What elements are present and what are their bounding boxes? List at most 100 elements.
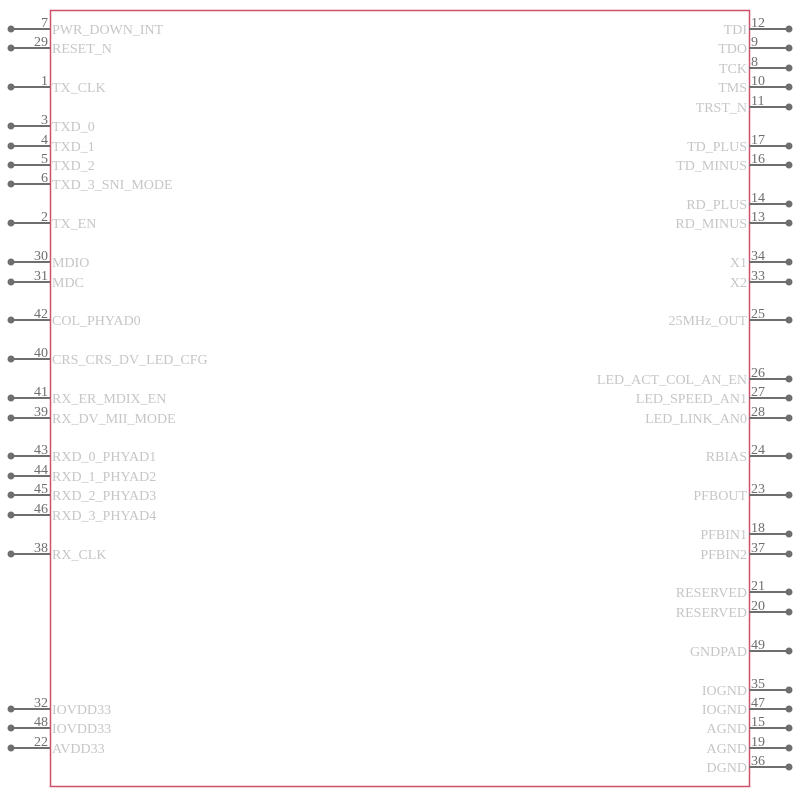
pin-number: 41 <box>34 385 48 400</box>
pin-number: 1 <box>41 74 48 89</box>
pin-name: RXD_1_PHYAD2 <box>52 470 156 485</box>
pin-endpoint-dot[interactable] <box>785 258 793 266</box>
pin-endpoint-dot[interactable] <box>7 472 15 480</box>
pin-endpoint-dot[interactable] <box>7 491 15 499</box>
pin-number: 8 <box>751 55 758 70</box>
pin-name: TX_CLK <box>52 81 106 96</box>
pin-endpoint-dot[interactable] <box>7 452 15 460</box>
pin-number: 29 <box>34 35 48 50</box>
pin-number: 27 <box>751 385 765 400</box>
pin-endpoint-dot[interactable] <box>7 25 15 33</box>
pin-endpoint-dot[interactable] <box>785 647 793 655</box>
pin-name: LED_ACT_COL_AN_EN <box>597 373 747 388</box>
pin-number: 43 <box>34 443 48 458</box>
pin-name: TMS <box>718 81 747 96</box>
pin-endpoint-dot[interactable] <box>785 608 793 616</box>
pin-name: RESERVED <box>676 606 747 621</box>
pin-name: RESET_N <box>52 42 112 57</box>
pin-endpoint-dot[interactable] <box>785 491 793 499</box>
pin-endpoint-dot[interactable] <box>785 64 793 72</box>
pin-endpoint-dot[interactable] <box>785 142 793 150</box>
pin-name: DGND <box>707 761 747 776</box>
pin-endpoint-dot[interactable] <box>785 83 793 91</box>
pin-endpoint-dot[interactable] <box>785 588 793 596</box>
pin-number: 42 <box>34 307 48 322</box>
pin-number: 26 <box>751 366 765 381</box>
pin-endpoint-dot[interactable] <box>7 278 15 286</box>
pin-endpoint-dot[interactable] <box>785 161 793 169</box>
pin-endpoint-dot[interactable] <box>785 530 793 538</box>
pin-endpoint-dot[interactable] <box>7 219 15 227</box>
pin-endpoint-dot[interactable] <box>7 511 15 519</box>
pin-endpoint-dot[interactable] <box>785 686 793 694</box>
pin-endpoint-dot[interactable] <box>7 414 15 422</box>
pin-number: 9 <box>751 35 758 50</box>
pin-name: RXD_2_PHYAD3 <box>52 489 156 504</box>
pin-name: RXD_3_PHYAD4 <box>52 509 156 524</box>
pin-number: 30 <box>34 249 48 264</box>
pin-name: RD_PLUS <box>686 198 747 213</box>
pin-endpoint-dot[interactable] <box>7 258 15 266</box>
pin-endpoint-dot[interactable] <box>7 550 15 558</box>
pin-name: RESERVED <box>676 586 747 601</box>
pin-endpoint-dot[interactable] <box>7 355 15 363</box>
pin-endpoint-dot[interactable] <box>785 394 793 402</box>
pin-number: 10 <box>751 74 765 89</box>
pin-endpoint-dot[interactable] <box>7 744 15 752</box>
pin-endpoint-dot[interactable] <box>785 44 793 52</box>
pin-endpoint-dot[interactable] <box>7 705 15 713</box>
pin-name: RX_ER_MDIX_EN <box>52 392 166 407</box>
pin-number: 34 <box>751 249 765 264</box>
pin-name: TD_MINUS <box>676 159 747 174</box>
schematic-symbol: 7 PWR_DOWN_INT29 RESET_N1 TX_CLK3 TXD_04 TXD_… <box>7 9 793 788</box>
pin-number: 37 <box>751 541 765 556</box>
pin-name: IOGND <box>702 703 747 718</box>
pin-endpoint-dot[interactable] <box>785 25 793 33</box>
pin-endpoint-dot[interactable] <box>785 375 793 383</box>
pin-endpoint-dot[interactable] <box>785 278 793 286</box>
pin-number: 14 <box>751 191 765 206</box>
pin-number: 7 <box>41 16 48 31</box>
pin-endpoint-dot[interactable] <box>785 550 793 558</box>
pin-name: TX_EN <box>52 217 96 232</box>
pin-name: LED_SPEED_AN1 <box>636 392 747 407</box>
pin-number: 47 <box>751 696 765 711</box>
pin-endpoint-dot[interactable] <box>785 103 793 111</box>
pin-endpoint-dot[interactable] <box>785 705 793 713</box>
pin-name: CRS_CRS_DV_LED_CFG <box>52 353 208 368</box>
pin-number: 36 <box>751 754 765 769</box>
pin-endpoint-dot[interactable] <box>785 414 793 422</box>
pin-endpoint-dot[interactable] <box>7 394 15 402</box>
pin-name: RX_CLK <box>52 548 106 563</box>
pin-name: TXD_0 <box>52 120 95 135</box>
pin-number: 39 <box>34 405 48 420</box>
pin-number: 46 <box>34 502 48 517</box>
pin-number: 35 <box>751 677 765 692</box>
pin-name: TD_PLUS <box>687 140 747 155</box>
pin-endpoint-dot[interactable] <box>7 724 15 732</box>
pin-endpoint-dot[interactable] <box>7 161 15 169</box>
pin-endpoint-dot[interactable] <box>785 200 793 208</box>
pin-endpoint-dot[interactable] <box>7 122 15 130</box>
pin-endpoint-dot[interactable] <box>785 316 793 324</box>
pin-name: TDI <box>724 23 748 38</box>
pin-endpoint-dot[interactable] <box>785 219 793 227</box>
pin-number: 40 <box>34 346 48 361</box>
pin-number: 21 <box>751 579 765 594</box>
pin-number: 31 <box>34 269 48 284</box>
pin-name: TDO <box>718 42 747 57</box>
pin-number: 16 <box>751 152 765 167</box>
pin-number: 13 <box>751 210 765 225</box>
pin-endpoint-dot[interactable] <box>785 744 793 752</box>
pin-endpoint-dot[interactable] <box>7 142 15 150</box>
pin-number: 18 <box>751 521 765 536</box>
pin-name: PFBIN2 <box>700 548 747 563</box>
pin-endpoint-dot[interactable] <box>7 44 15 52</box>
pin-endpoint-dot[interactable] <box>785 763 793 771</box>
pin-endpoint-dot[interactable] <box>7 316 15 324</box>
pin-endpoint-dot[interactable] <box>785 452 793 460</box>
pin-endpoint-dot[interactable] <box>7 83 15 91</box>
pin-endpoint-dot[interactable] <box>785 724 793 732</box>
pin-endpoint-dot[interactable] <box>7 180 15 188</box>
pin-number: 11 <box>751 94 764 109</box>
